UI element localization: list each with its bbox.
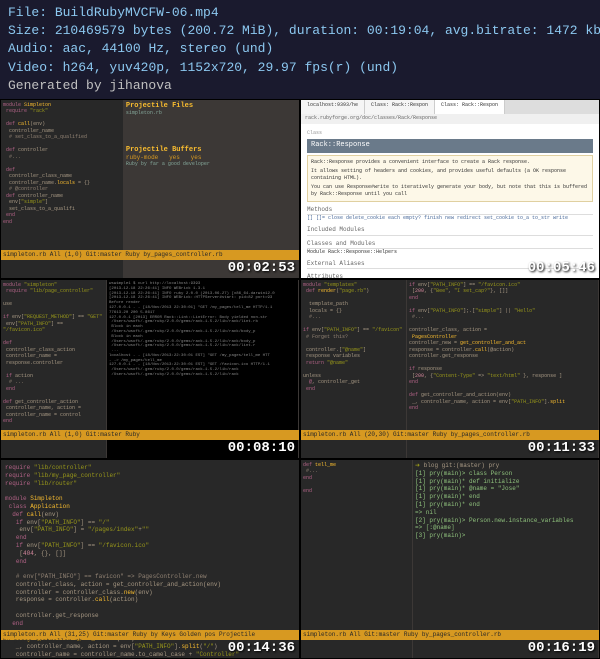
- thumb-6: def tell_me #... end end ➜ blog git:(mas…: [300, 459, 600, 659]
- thumb-5: require "lib/controller" require "lib/my…: [0, 459, 300, 659]
- thumb-2: localhost:9393/he Class: Rack::Respon Cl…: [300, 99, 600, 279]
- thumb-3: module "simpleton" require "lib/page_con…: [0, 279, 300, 459]
- timestamp-2: 00:05:46: [528, 260, 595, 276]
- timestamp-1: 00:02:53: [228, 260, 295, 276]
- timestamp-3: 00:08:10: [228, 440, 295, 456]
- thumb-4: module "templates" def render("page.rb")…: [300, 279, 600, 459]
- thumb-1: module Simpleton require "rack" def call…: [0, 99, 300, 279]
- file-info-header: File: BuildRubyMVCFW-06.mp4 Size: 210469…: [0, 0, 600, 99]
- thumbnail-grid: module Simpleton require "rack" def call…: [0, 99, 600, 659]
- timestamp-4: 00:11:33: [528, 440, 595, 456]
- timestamp-5: 00:14:36: [228, 640, 295, 656]
- timestamp-6: 00:16:19: [528, 640, 595, 656]
